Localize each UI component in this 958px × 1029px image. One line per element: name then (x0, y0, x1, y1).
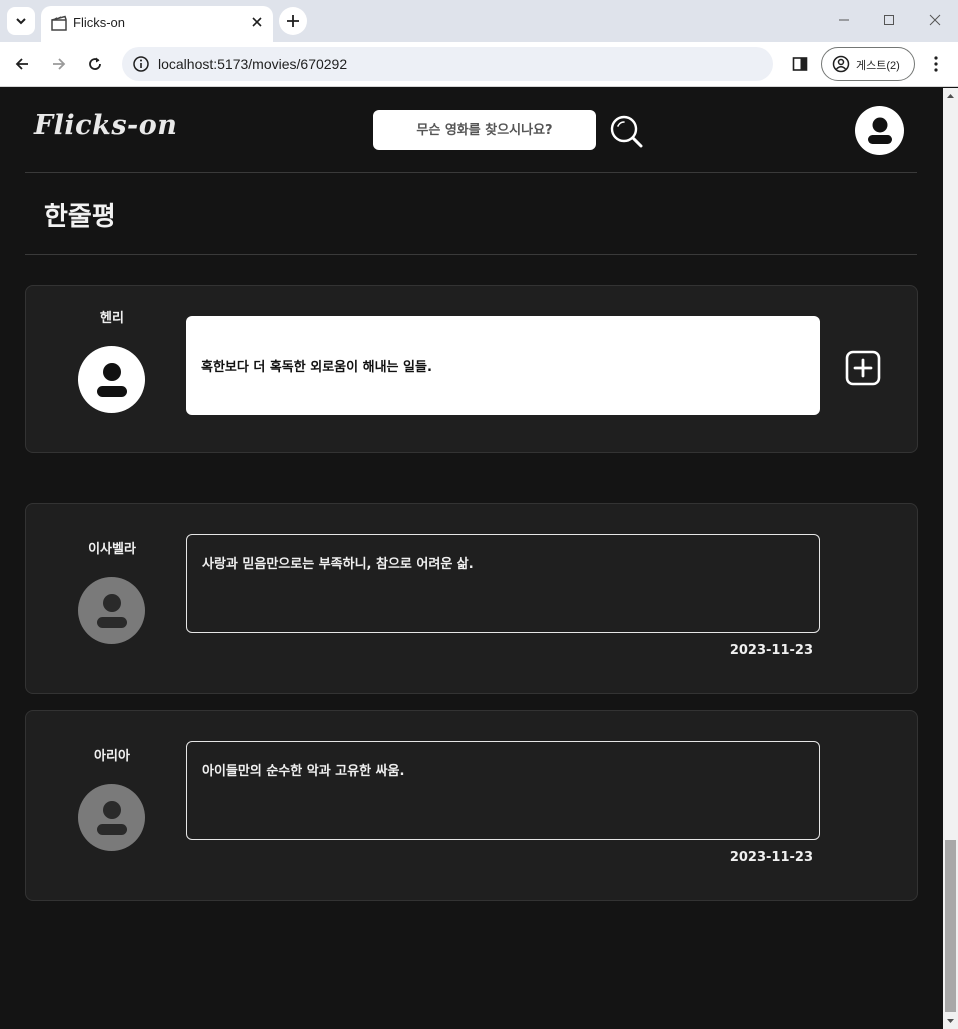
review-text-box: 사랑과 믿음만으로는 부족하니, 참으로 어려운 삶. (186, 534, 820, 633)
avatar (78, 577, 145, 644)
user-icon (96, 362, 127, 397)
url-text[interactable]: localhost:5173/movies/670292 (158, 56, 347, 72)
review-date: 2023-11-23 (729, 850, 813, 865)
review-card: 이사벨라 사랑과 믿음만으로는 부족하니, 참으로 어려운 삶. 2023-11… (25, 503, 918, 694)
kebab-menu-icon (934, 56, 938, 72)
address-bar[interactable]: localhost:5173/movies/670292 (122, 47, 773, 81)
avatar (78, 346, 145, 413)
browser-toolbar: localhost:5173/movies/670292 게스트(2) (0, 42, 958, 87)
review-date: 2023-11-23 (729, 643, 813, 658)
section-title: 한줄평 (44, 202, 116, 232)
user-menu-button[interactable] (855, 106, 904, 155)
minimize-button[interactable] (821, 6, 867, 34)
arrow-right-icon (53, 58, 66, 70)
side-panel-button[interactable] (786, 50, 814, 78)
tab-title: Flicks-on (73, 15, 126, 30)
person-circle-icon (832, 55, 850, 73)
review-author-name: 헨리 (100, 311, 124, 326)
maximize-button[interactable] (866, 6, 912, 34)
user-icon (96, 800, 127, 835)
close-icon[interactable] (249, 14, 265, 30)
browser-menu-button[interactable] (924, 50, 948, 78)
scroll-up-arrow-icon[interactable] (943, 90, 958, 102)
add-square-icon[interactable] (844, 349, 882, 387)
browser-tab[interactable]: Flicks-on (41, 6, 273, 42)
close-icon (929, 14, 941, 26)
review-card: 아리아 아이들만의 순수한 악과 고유한 싸움. 2023-11-23 (25, 710, 918, 901)
plus-icon (287, 15, 299, 27)
close-window-button[interactable] (912, 6, 958, 34)
site-logo[interactable]: Flicks-on (34, 110, 177, 141)
page-scrollbar[interactable] (943, 88, 958, 1029)
reload-button[interactable] (81, 50, 109, 78)
section-header: 한줄평 (25, 173, 917, 255)
review-author-name: 이사벨라 (88, 542, 136, 557)
user-icon (867, 117, 892, 144)
scrollbar-thumb[interactable] (945, 840, 956, 1012)
page-viewport: Flicks-on 한줄평 헨리 혹한보다 더 혹독한 외로움이 해내는 일들. (0, 88, 943, 1029)
review-input[interactable]: 혹한보다 더 혹독한 외로움이 해내는 일들. (186, 316, 820, 415)
my-review-card: 헨리 혹한보다 더 혹독한 외로움이 해내는 일들. (25, 285, 918, 453)
review-text: 아이들만의 순수한 악과 고유한 싸움. (202, 764, 405, 779)
browser-tab-bar: Flicks-on (0, 0, 958, 42)
reload-icon (89, 57, 101, 70)
profile-label: 게스트(2) (856, 60, 900, 72)
review-text: 사랑과 믿음만으로는 부족하니, 참으로 어려운 삶. (202, 557, 474, 572)
avatar (78, 784, 145, 851)
back-button[interactable] (8, 50, 36, 78)
maximize-icon (884, 15, 894, 25)
chevron-down-icon (16, 18, 26, 25)
review-input-text: 혹한보다 더 혹독한 외로움이 해내는 일들. (201, 360, 432, 375)
tab-search-button[interactable] (7, 7, 35, 35)
review-author-name: 아리아 (94, 749, 130, 764)
review-text-box: 아이들만의 순수한 악과 고유한 싸움. (186, 741, 820, 840)
forward-button[interactable] (45, 50, 73, 78)
profile-button[interactable]: 게스트(2) (821, 47, 915, 81)
side-panel-icon (792, 57, 808, 71)
clapperboard-icon (51, 15, 67, 31)
new-tab-button[interactable] (279, 7, 307, 35)
user-icon (96, 593, 127, 628)
scroll-down-arrow-icon[interactable] (943, 1015, 958, 1027)
info-icon[interactable] (132, 55, 150, 73)
site-header: Flicks-on (25, 88, 917, 173)
arrow-left-icon (15, 58, 28, 70)
movie-search-input[interactable] (373, 110, 596, 150)
search-icon[interactable] (609, 114, 645, 150)
minimize-icon (839, 19, 849, 21)
